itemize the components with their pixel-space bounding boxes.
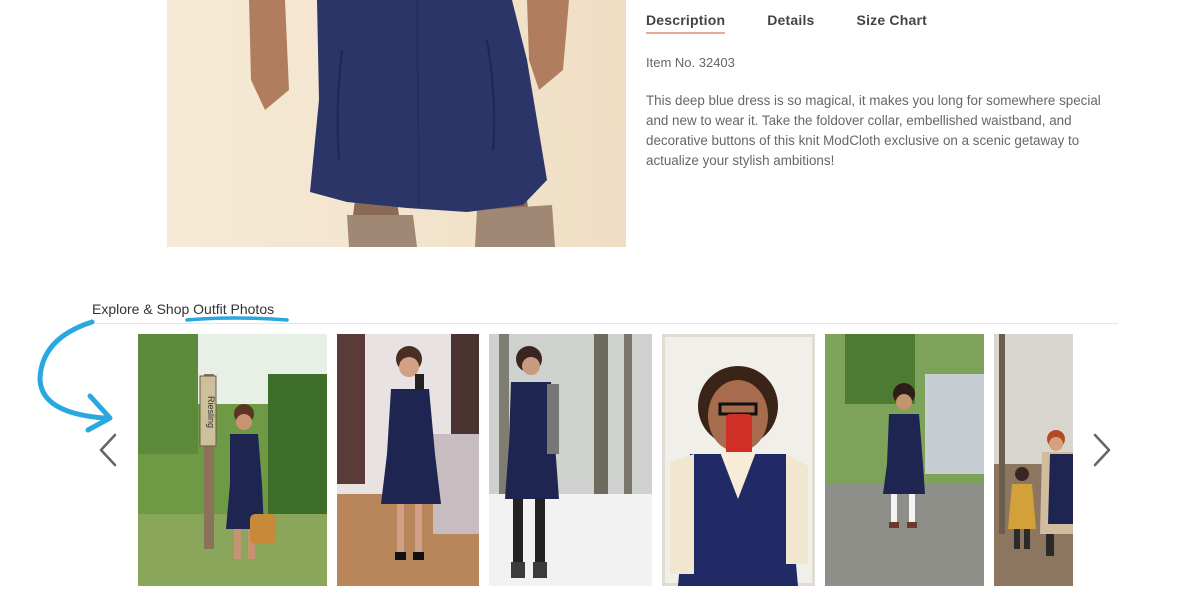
carousel-next-button[interactable]	[1090, 433, 1114, 467]
product-description: This deep blue dress is so magical, it m…	[646, 93, 1101, 168]
outfit-photo-carousel: Riesling	[138, 334, 1073, 586]
annotation-arrow-icon	[37, 319, 113, 433]
item-number: Item No. 32403	[646, 55, 735, 70]
outfit-photo-mirror-selfie-2[interactable]	[662, 334, 815, 586]
outfit-photo-vineyard[interactable]: Riesling	[138, 334, 327, 586]
tab-size-chart[interactable]: Size Chart	[857, 12, 927, 34]
section-divider	[92, 323, 1118, 324]
highlight-underline	[185, 316, 289, 322]
outfit-photo-mirror-selfie-1[interactable]	[337, 334, 479, 586]
tab-description[interactable]: Description	[646, 12, 726, 34]
tab-details[interactable]: Details	[767, 12, 814, 34]
outfit-photo-family[interactable]	[994, 334, 1073, 586]
outfit-photo-backyard[interactable]	[825, 334, 984, 586]
vineyard-sign-text: Riesling	[206, 396, 216, 428]
outfit-photo-snow[interactable]	[489, 334, 652, 586]
product-info-tabs: Description Details Size Chart	[646, 12, 969, 34]
chevron-right-icon	[1093, 433, 1111, 467]
explore-heading-prefix: Explore & Shop	[92, 301, 194, 317]
carousel-prev-button[interactable]	[96, 433, 120, 467]
product-image[interactable]	[167, 0, 626, 247]
chevron-left-icon	[99, 433, 117, 467]
